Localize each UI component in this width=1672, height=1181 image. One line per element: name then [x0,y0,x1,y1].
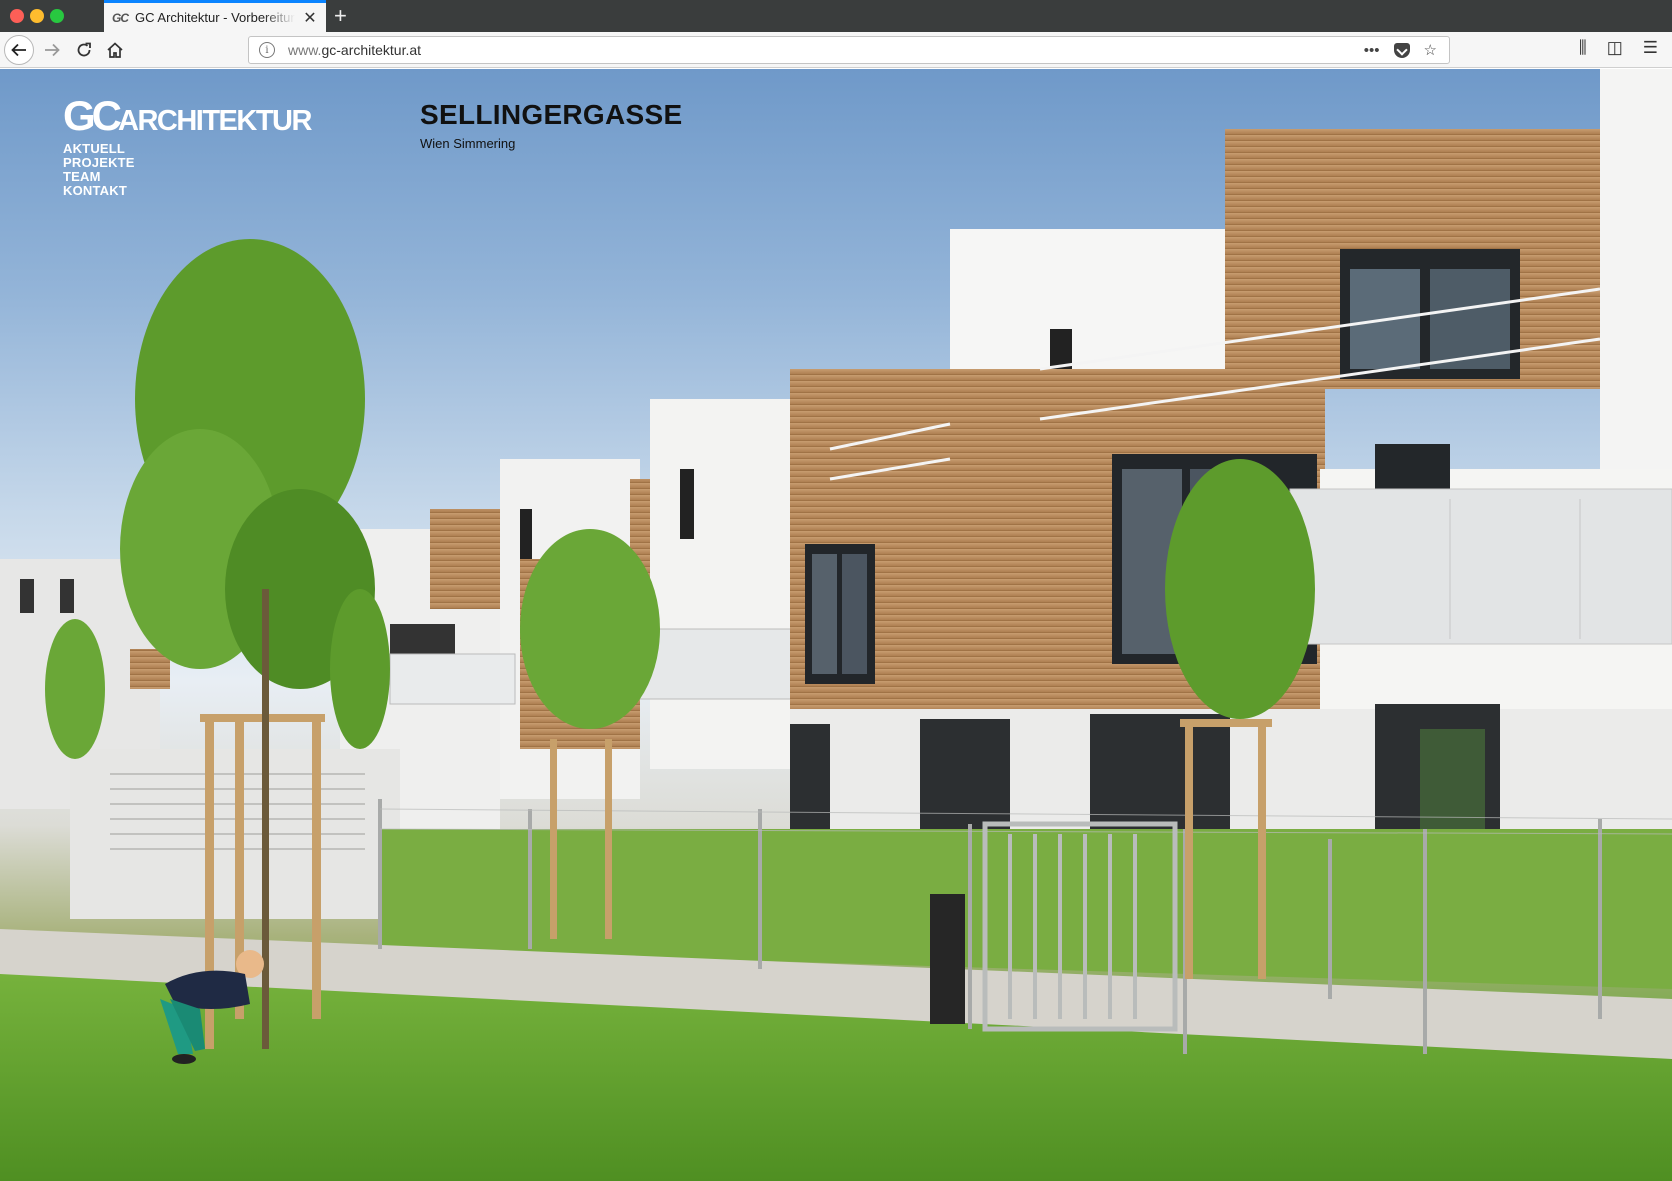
window-minimize-button[interactable] [30,9,44,23]
hero-photo [0,69,1672,1181]
address-bar[interactable]: i www.gc-architektur.at ••• ☆ [248,36,1450,64]
browser-navbar: i www.gc-architektur.at ••• ☆ ⫼ ◫ ☰ [0,32,1672,68]
reload-icon [77,42,91,57]
home-icon [107,42,123,58]
reload-button[interactable] [70,36,98,64]
page-content: GC ARCHITEKTUR AKTUELL PROJEKTE TEAM KON… [0,69,1672,1181]
window-close-button[interactable] [10,9,24,23]
url-prefix: www. [288,42,322,58]
tab-title: GC Architektur - Vorbereitung u [135,10,295,25]
url-text[interactable]: www.gc-architektur.at [288,42,1364,58]
tab-favicon: GC [112,10,129,25]
home-button[interactable] [101,36,129,64]
logo-architektur: ARCHITEKTUR [118,105,312,137]
info-icon[interactable]: i [259,42,275,58]
bookmark-star-icon[interactable]: ☆ [1424,41,1437,59]
hamburger-menu-icon[interactable]: ☰ [1643,38,1658,58]
forward-button[interactable] [38,36,66,64]
url-domain: gc-architektur.at [321,42,422,58]
close-icon[interactable]: ✕ [302,8,318,28]
browser-titlebar: GC GC Architektur - Vorbereitung u ✕ + [0,0,1672,32]
logo-gc: GC [63,92,122,139]
window-maximize-button[interactable] [50,9,64,23]
plus-icon[interactable]: + [334,3,347,29]
nav-link-aktuell[interactable]: AKTUELL [63,142,135,156]
sidebar-icon[interactable]: ◫ [1607,38,1623,58]
forward-arrow-icon [45,43,60,57]
project-subtitle: Wien Simmering [420,136,516,151]
nav-link-team[interactable]: TEAM [63,170,135,184]
site-nav: AKTUELL PROJEKTE TEAM KONTAKT [63,142,135,198]
more-actions-icon[interactable]: ••• [1364,42,1380,59]
site-logo[interactable]: GC ARCHITEKTUR [63,92,312,139]
back-button[interactable] [4,35,34,65]
pocket-icon[interactable] [1393,42,1410,58]
browser-tab[interactable]: GC GC Architektur - Vorbereitung u ✕ [104,0,326,32]
project-title: SELLINGERGASSE [420,99,683,130]
nav-link-kontakt[interactable]: KONTAKT [63,184,135,198]
library-icon[interactable]: ⫼ [1579,38,1587,58]
back-arrow-icon [11,43,26,57]
nav-link-projekte[interactable]: PROJEKTE [63,156,135,170]
